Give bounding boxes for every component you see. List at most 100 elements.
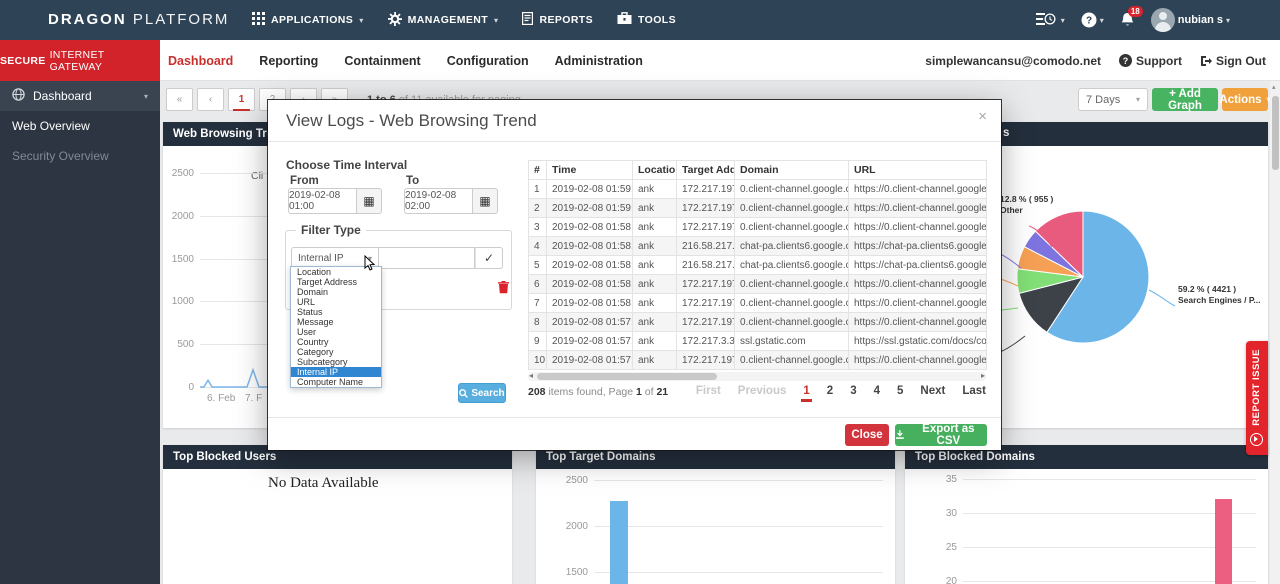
table-cell: https://0.client-channel.google.com/cli bbox=[849, 180, 987, 199]
column-header[interactable]: Location bbox=[633, 161, 677, 180]
column-header[interactable]: Target Address bbox=[677, 161, 735, 180]
pager-button[interactable]: ‹ bbox=[197, 88, 224, 111]
table-cell: 9 bbox=[529, 332, 547, 351]
top-menu-item-reports[interactable]: REPORTS bbox=[522, 12, 593, 28]
support-link[interactable]: ?Support bbox=[1119, 54, 1182, 68]
filter-option-domain[interactable]: Domain bbox=[291, 287, 381, 297]
calendar-icon[interactable]: ▦ bbox=[472, 188, 498, 214]
close-icon[interactable]: × bbox=[978, 108, 987, 125]
table-cell: ank bbox=[633, 313, 677, 332]
nav-item-reporting[interactable]: Reporting bbox=[259, 54, 318, 68]
page-link-2[interactable]: 2 bbox=[827, 385, 833, 397]
tools-icon bbox=[617, 12, 632, 28]
page-link-4[interactable]: 4 bbox=[874, 385, 880, 397]
sidebar-item-web-overview[interactable]: Web Overview bbox=[0, 111, 160, 141]
filter-option-computer-name[interactable]: Computer Name bbox=[291, 377, 381, 387]
add-graph-button[interactable]: + Add Graph bbox=[1152, 88, 1218, 111]
actions-button[interactable]: Actions▾ bbox=[1222, 88, 1268, 111]
table-header-row: #TimeLocationTarget AddressDomainURL bbox=[529, 161, 987, 180]
scroll-right-icon[interactable]: ▸ bbox=[981, 371, 985, 380]
notifications-button[interactable]: 18 bbox=[1120, 12, 1135, 28]
sidebar-item-security-overview[interactable]: Security Overview bbox=[0, 141, 160, 171]
brand-logo[interactable]: DRAGON PLATFORM bbox=[48, 11, 229, 28]
nav-item-dashboard[interactable]: Dashboard bbox=[168, 54, 233, 68]
filter-option-target-address[interactable]: Target Address bbox=[291, 277, 381, 287]
bar-chart[interactable]: 250020001500 bbox=[536, 469, 895, 584]
page-link-5[interactable]: 5 bbox=[897, 385, 903, 397]
filter-option-internal-ip[interactable]: Internal IP bbox=[291, 367, 381, 377]
column-header[interactable]: Domain bbox=[735, 161, 849, 180]
calendar-icon[interactable]: ▦ bbox=[356, 188, 382, 214]
panel-title-partial: s bbox=[1003, 127, 1009, 139]
table-cell: https://0.client-channel.google.com/cli bbox=[849, 199, 987, 218]
table-cell: 8 bbox=[529, 313, 547, 332]
from-label: From bbox=[290, 175, 319, 187]
top-menu-item-management[interactable]: MANAGEMENT▾ bbox=[388, 12, 499, 29]
table-row[interactable]: 62019-02-08 01:58:27ank172.217.197.1890.… bbox=[529, 275, 987, 294]
time-interval-heading: Choose Time Interval bbox=[286, 158, 407, 172]
filter-option-url[interactable]: URL bbox=[291, 297, 381, 307]
nav-item-administration[interactable]: Administration bbox=[555, 54, 643, 68]
user-menu-button[interactable]: nubian s ▾ bbox=[1151, 8, 1230, 32]
pie-label-name: Search Engines / P... bbox=[1178, 295, 1261, 306]
column-header[interactable]: Time bbox=[547, 161, 633, 180]
filter-option-message[interactable]: Message bbox=[291, 317, 381, 327]
nav-item-configuration[interactable]: Configuration bbox=[447, 54, 529, 68]
filter-option-subcategory[interactable]: Subcategory bbox=[291, 357, 381, 367]
search-button[interactable]: Search bbox=[458, 383, 506, 403]
close-button[interactable]: Close bbox=[845, 424, 889, 446]
scrollbar-thumb[interactable] bbox=[537, 373, 717, 380]
page-link-3[interactable]: 3 bbox=[850, 385, 856, 397]
table-row[interactable]: 92019-02-08 01:57:35ank172.217.3.35ssl.g… bbox=[529, 332, 987, 351]
filter-option-country[interactable]: Country bbox=[291, 337, 381, 347]
scroll-left-icon[interactable]: ◂ bbox=[529, 371, 533, 380]
modal-title: View Logs - Web Browsing Trend bbox=[286, 111, 537, 131]
filter-option-user[interactable]: User bbox=[291, 327, 381, 337]
help-menu-button[interactable]: ? ▾ bbox=[1081, 12, 1104, 28]
top-menu-item-applications[interactable]: APPLICATIONS▾ bbox=[252, 12, 364, 28]
table-row[interactable]: 22019-02-08 01:59:17ank172.217.197.1890.… bbox=[529, 199, 987, 218]
filter-option-status[interactable]: Status bbox=[291, 307, 381, 317]
table-row[interactable]: 72019-02-08 01:58:01ank172.217.197.1890.… bbox=[529, 294, 987, 313]
top-menu-item-tools[interactable]: TOOLS bbox=[617, 12, 676, 28]
signout-link[interactable]: Sign Out bbox=[1200, 54, 1266, 68]
page-link-1[interactable]: 1 bbox=[803, 385, 809, 397]
table-row[interactable]: 52019-02-08 01:58:42ank216.58.217.106cha… bbox=[529, 256, 987, 275]
filter-value-input[interactable] bbox=[379, 247, 475, 269]
nav-item-containment[interactable]: Containment bbox=[344, 54, 420, 68]
export-csv-button[interactable]: Export as CSV bbox=[895, 424, 987, 446]
pager-button[interactable]: « bbox=[166, 88, 193, 111]
bar[interactable] bbox=[610, 501, 628, 584]
y-axis-tick: 30 bbox=[915, 508, 957, 519]
table-horizontal-scrollbar[interactable]: ◂ ▸ bbox=[528, 372, 986, 381]
scroll-up-icon[interactable]: ▴ bbox=[1272, 83, 1276, 91]
filter-option-category[interactable]: Category bbox=[291, 347, 381, 357]
from-datetime-input[interactable]: 2019-02-08 01:00 bbox=[288, 188, 356, 214]
to-datetime-input[interactable]: 2019-02-08 02:00 bbox=[404, 188, 472, 214]
activity-menu-button[interactable]: ▾ bbox=[1036, 12, 1065, 28]
pager-button[interactable]: 1 bbox=[228, 88, 255, 111]
table-cell: 2019-02-08 01:57:36 bbox=[547, 313, 633, 332]
delete-filter-icon[interactable] bbox=[498, 281, 509, 294]
page-link-last[interactable]: Last bbox=[962, 385, 986, 397]
table-row[interactable]: 32019-02-08 01:58:51ank172.217.197.1890.… bbox=[529, 218, 987, 237]
table-cell: 216.58.217.106 bbox=[677, 237, 735, 256]
table-cell: 2019-02-08 01:58:27 bbox=[547, 275, 633, 294]
table-row[interactable]: 42019-02-08 01:58:43ank216.58.217.106cha… bbox=[529, 237, 987, 256]
bar[interactable] bbox=[1215, 499, 1232, 584]
page-link-next[interactable]: Next bbox=[920, 385, 945, 397]
apply-filter-button[interactable]: ✓ bbox=[475, 247, 503, 269]
sidebar-item-dashboard[interactable]: Dashboard▾ bbox=[0, 81, 160, 111]
table-row[interactable]: 12019-02-08 01:59:42ank172.217.197.1890.… bbox=[529, 180, 987, 199]
table-row[interactable]: 102019-02-08 01:57:11ank172.217.197.1890… bbox=[529, 351, 987, 370]
period-select[interactable]: 7 Days▾ bbox=[1078, 88, 1148, 111]
column-header[interactable]: # bbox=[529, 161, 547, 180]
bar-chart[interactable]: 35302520 bbox=[905, 469, 1268, 584]
column-header[interactable]: URL bbox=[849, 161, 987, 180]
page-scrollbar[interactable]: ▴ bbox=[1270, 81, 1280, 584]
table-cell: 2019-02-08 01:58:43 bbox=[547, 237, 633, 256]
report-issue-button[interactable]: REPORT ISSUE bbox=[1246, 341, 1268, 455]
table-row[interactable]: 82019-02-08 01:57:36ank172.217.197.1890.… bbox=[529, 313, 987, 332]
sidebar-item-label: Web Overview bbox=[12, 119, 90, 133]
scrollbar-thumb[interactable] bbox=[1272, 96, 1279, 170]
